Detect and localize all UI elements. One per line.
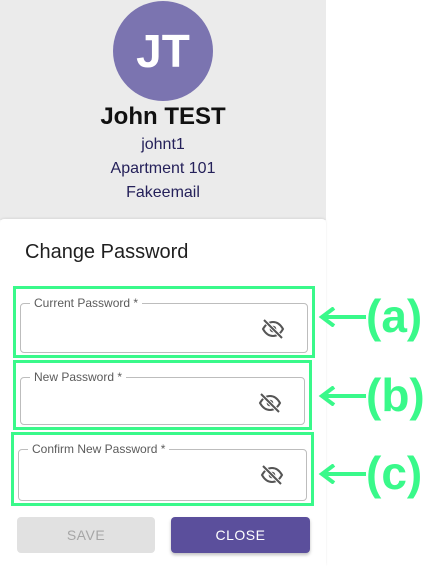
eye-off-icon[interactable] — [258, 391, 282, 415]
annotation-a: (a) — [318, 291, 447, 341]
highlight-box-current-password: Current Password * — [13, 286, 315, 358]
confirm-password-input[interactable] — [27, 462, 251, 494]
annotation-c: (c) — [318, 448, 447, 498]
annotation-label-a: (a) — [366, 290, 423, 342]
new-password-input[interactable] — [29, 390, 253, 422]
eye-off-icon[interactable] — [260, 463, 284, 487]
avatar: JT — [113, 1, 213, 101]
current-password-label: Current Password * — [30, 296, 143, 310]
eye-off-icon[interactable] — [261, 317, 285, 341]
close-button[interactable]: CLOSE — [171, 517, 310, 553]
arrow-left-icon — [318, 386, 366, 406]
highlight-box-confirm-password: Confirm New Password * — [11, 432, 314, 506]
new-password-field[interactable]: New Password * — [20, 370, 305, 425]
confirm-password-field[interactable]: Confirm New Password * — [18, 442, 307, 501]
arrow-left-icon — [318, 464, 366, 484]
confirm-password-label: Confirm New Password * — [28, 442, 170, 456]
annotation-label-b: (b) — [366, 369, 425, 421]
current-password-field[interactable]: Current Password * — [20, 296, 308, 353]
highlight-box-new-password: New Password * — [13, 360, 312, 430]
profile-email: Fakeemail — [126, 184, 200, 201]
dialog-title: Change Password — [25, 241, 189, 263]
save-button[interactable]: SAVE — [17, 517, 155, 553]
annotation-label-c: (c) — [366, 447, 423, 499]
profile-address: Apartment 101 — [110, 160, 216, 177]
new-password-label: New Password * — [30, 370, 127, 384]
profile-username: johnt1 — [141, 136, 185, 153]
current-password-input[interactable] — [29, 316, 253, 348]
arrow-left-icon — [318, 307, 366, 327]
annotation-b: (b) — [318, 370, 447, 420]
profile-name: John TEST — [100, 103, 226, 130]
